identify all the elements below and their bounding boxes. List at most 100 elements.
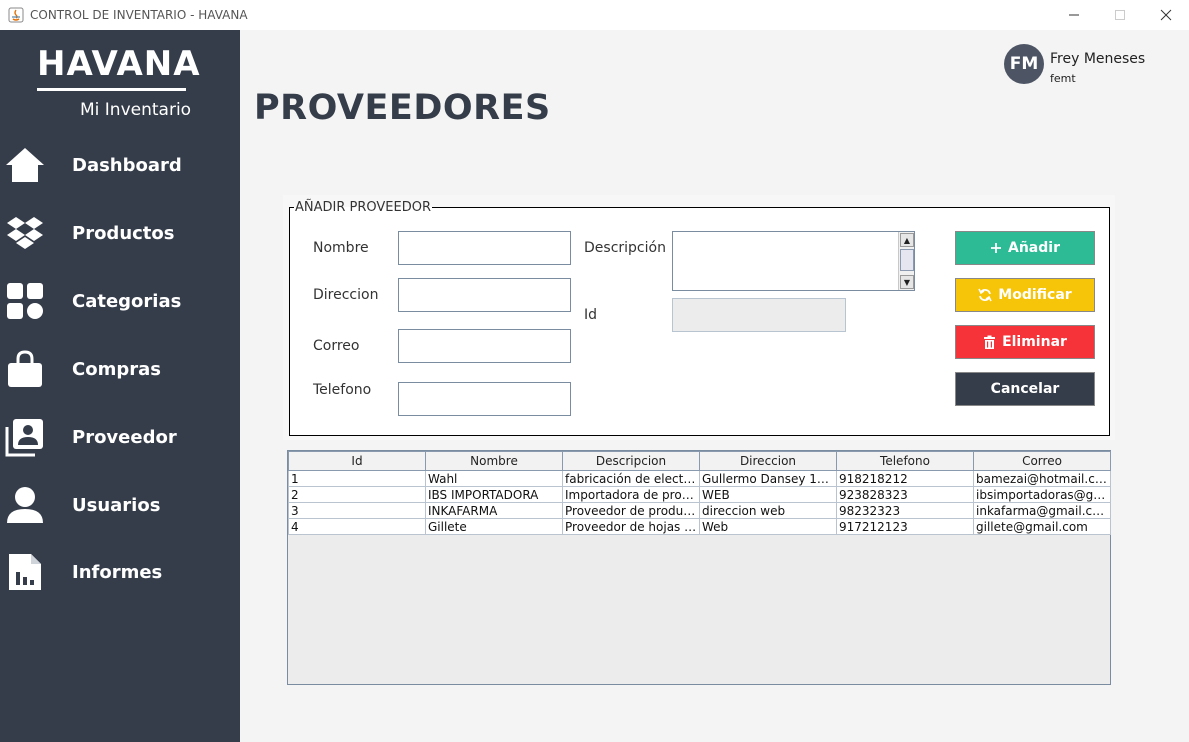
table-cell: Importadora de produc...	[562, 486, 700, 503]
direccion-input[interactable]	[398, 278, 571, 312]
sidebar-item-label: Categorias	[72, 290, 182, 312]
table-cell: 918218212	[836, 470, 974, 487]
table-cell: inkafarma@gmail.com	[973, 502, 1111, 519]
id-input	[672, 298, 846, 332]
scroll-thumb[interactable]	[900, 249, 914, 271]
refresh-icon	[978, 288, 993, 302]
report-icon	[4, 551, 46, 593]
sidebar-item-productos[interactable]: Productos	[0, 209, 240, 257]
table-header-row: Id Nombre Descripcion Direccion Telefono…	[288, 451, 1111, 471]
nombre-label: Nombre	[313, 240, 369, 256]
scroll-down-icon[interactable]: ▼	[900, 275, 914, 289]
minimize-icon[interactable]	[1051, 0, 1097, 30]
window-title: CONTROL DE INVENTARIO - HAVANA	[30, 8, 248, 22]
grid-icon	[4, 280, 46, 322]
form-legend: AÑADIR PROVEEDOR	[295, 200, 431, 215]
close-icon[interactable]	[1143, 0, 1189, 30]
sidebar-item-proveedor[interactable]: Proveedor	[0, 413, 240, 461]
table-cell: INKAFARMA	[425, 502, 563, 519]
sidebar-item-usuarios[interactable]: Usuarios	[0, 481, 240, 529]
maximize-icon	[1097, 0, 1143, 30]
java-app-icon	[8, 7, 24, 23]
sidebar-item-dashboard[interactable]: Dashboard	[0, 141, 240, 189]
table-cell: WEB	[699, 486, 837, 503]
column-header-id[interactable]: Id	[288, 451, 426, 471]
sidebar: HAVANA Mi Inventario Dashboard Productos…	[0, 30, 240, 742]
sidebar-item-label: Informes	[72, 561, 163, 583]
table-cell: 2	[288, 486, 426, 503]
sidebar-item-label: Compras	[72, 358, 161, 380]
table-cell: IBS IMPORTADORA	[425, 486, 563, 503]
table-cell: fabricación de electrod...	[562, 470, 700, 487]
direccion-label: Direccion	[313, 287, 379, 303]
table-cell: Gillete	[425, 518, 563, 535]
scroll-up-icon[interactable]: ▲	[900, 233, 914, 247]
telefono-label: Telefono	[313, 382, 372, 398]
add-button[interactable]: Añadir	[955, 231, 1095, 265]
home-icon	[4, 144, 46, 186]
sidebar-item-compras[interactable]: Compras	[0, 345, 240, 393]
correo-input[interactable]	[398, 329, 571, 363]
id-label: Id	[584, 307, 598, 323]
suppliers-table[interactable]: Id Nombre Descripcion Direccion Telefono…	[287, 450, 1111, 685]
page-title: PROVEEDORES	[254, 88, 551, 128]
column-header-nombre[interactable]: Nombre	[425, 451, 563, 471]
plus-icon	[991, 243, 1001, 253]
table-cell: Gullermo Dansey 151...	[699, 470, 837, 487]
avatar: FM	[1004, 44, 1044, 84]
textarea-scrollbar[interactable]: ▲ ▼	[898, 232, 914, 290]
brand-title: HAVANA	[37, 44, 201, 84]
brand-divider	[37, 88, 186, 91]
delete-button[interactable]: Eliminar	[955, 325, 1095, 359]
cancel-button[interactable]: Cancelar	[955, 372, 1095, 406]
column-header-descripcion[interactable]: Descripcion	[562, 451, 700, 471]
table-cell: 917212123	[836, 518, 974, 535]
brand-subtitle: Mi Inventario	[80, 100, 192, 120]
sidebar-item-categorias[interactable]: Categorias	[0, 277, 240, 325]
table-cell: bamezai@hotmail.com	[973, 470, 1111, 487]
descripcion-textarea[interactable]: ▲ ▼	[672, 231, 915, 291]
user-handle: femt	[1050, 72, 1076, 85]
table-cell: direccion web	[699, 502, 837, 519]
descripcion-label: Descripción	[584, 240, 666, 256]
cancel-button-label: Cancelar	[990, 381, 1060, 397]
delete-button-label: Eliminar	[1002, 334, 1067, 350]
table-cell: ibsimportadoras@gm...	[973, 486, 1111, 503]
user-name: Frey Meneses	[1050, 51, 1146, 67]
telefono-input[interactable]	[398, 382, 571, 416]
trash-icon	[984, 335, 996, 349]
modify-button[interactable]: Modificar	[955, 278, 1095, 312]
table-cell: 923828323	[836, 486, 974, 503]
table-row[interactable]: 4 Gillete Proveedor de hojas de... Web 9…	[288, 518, 1111, 535]
column-header-correo[interactable]: Correo	[973, 451, 1111, 471]
table-cell: Proveedor de producto...	[562, 502, 700, 519]
sidebar-item-label: Dashboard	[72, 154, 182, 176]
sidebar-item-label: Proveedor	[72, 426, 177, 448]
sidebar-item-informes[interactable]: Informes	[0, 548, 240, 596]
column-header-telefono[interactable]: Telefono	[836, 451, 974, 471]
add-button-label: Añadir	[1008, 240, 1060, 256]
nombre-input[interactable]	[398, 231, 571, 265]
shopping-bag-icon	[4, 348, 46, 390]
brand: HAVANA	[37, 44, 201, 91]
table-cell: 98232323	[836, 502, 974, 519]
user-profile[interactable]: FM Frey Meneses femt	[1004, 44, 1145, 85]
dropbox-icon	[4, 212, 46, 254]
table-cell: 1	[288, 470, 426, 487]
correo-label: Correo	[313, 338, 360, 354]
table-row[interactable]: 2 IBS IMPORTADORA Importadora de produc.…	[288, 486, 1111, 503]
sidebar-item-label: Usuarios	[72, 494, 161, 516]
contacts-icon	[4, 416, 46, 458]
window-titlebar: CONTROL DE INVENTARIO - HAVANA	[0, 0, 1189, 30]
table-row[interactable]: 1 Wahl fabricación de electrod... Guller…	[288, 470, 1111, 487]
table-cell: Web	[699, 518, 837, 535]
modify-button-label: Modificar	[998, 287, 1072, 303]
table-row[interactable]: 3 INKAFARMA Proveedor de producto... dir…	[288, 502, 1111, 519]
sidebar-item-label: Productos	[72, 222, 175, 244]
table-cell: Wahl	[425, 470, 563, 487]
table-cell: Proveedor de hojas de...	[562, 518, 700, 535]
table-cell: 3	[288, 502, 426, 519]
column-header-direccion[interactable]: Direccion	[699, 451, 837, 471]
table-cell: 4	[288, 518, 426, 535]
table-cell: gillete@gmail.com	[973, 518, 1111, 535]
